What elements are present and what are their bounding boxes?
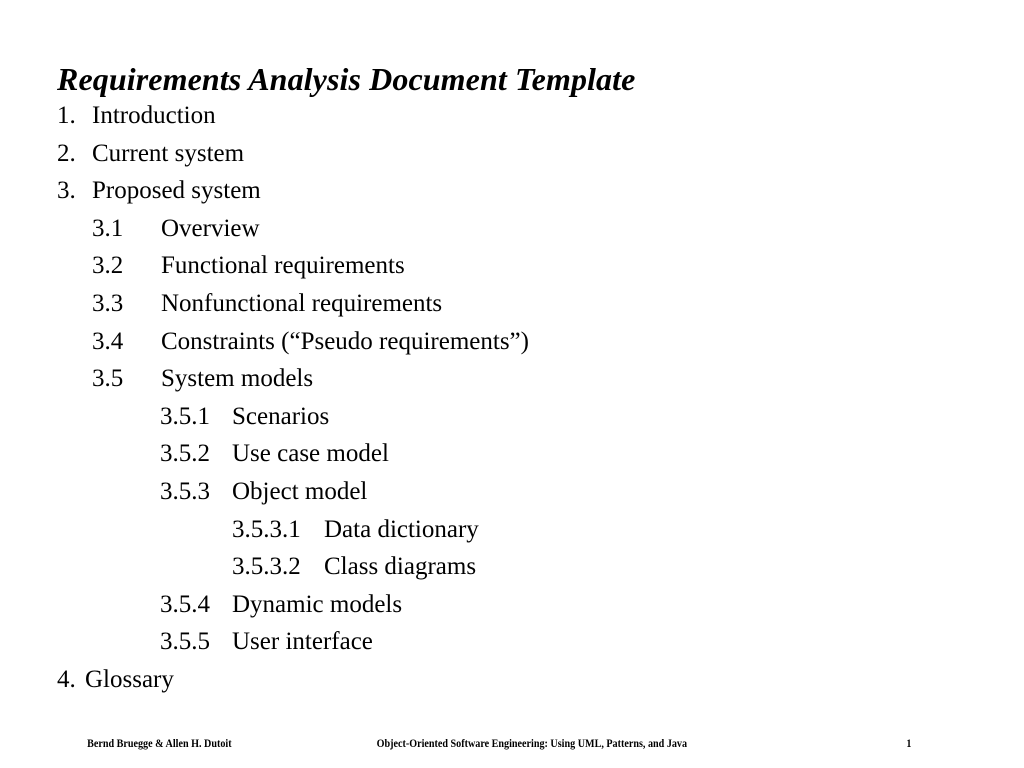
- outline-item: 3.5.3.1 Data dictionary: [0, 511, 1024, 549]
- outline-item-number: 2.: [57, 139, 76, 167]
- outline-item: 3.3 Nonfunctional requirements: [0, 285, 1024, 323]
- outline-item-label: Nonfunctional requirements: [161, 289, 443, 317]
- footer-page-number: 1: [906, 738, 912, 750]
- outline-item-number: 1.: [57, 102, 76, 129]
- outline-item: 3. Proposed system: [0, 172, 1024, 210]
- outline-item-number: 3.: [57, 177, 76, 205]
- outline-item-number: 3.5.5: [160, 628, 210, 656]
- footer-authors: Bernd Bruegge & Allen H. Dutoit: [87, 738, 232, 750]
- outline-item-label: Object model: [232, 477, 368, 505]
- outline-item: 1. Introduction: [0, 97, 1024, 135]
- outline-item-number: 3.5: [92, 365, 124, 393]
- outline-item: 3.2 Functional requirements: [0, 247, 1024, 285]
- outline-list: 1. Introduction 2. Current system 3. Proposed…: [0, 97, 1024, 699]
- outline-item: 3.5.3.2 Class diagrams: [0, 548, 1024, 586]
- outline-item-number: 3.3: [92, 289, 124, 317]
- outline-item-label: User interface: [232, 628, 373, 656]
- outline-item-number: 3.5.4: [160, 590, 210, 618]
- outline-item-number: 3.5.1: [160, 402, 210, 430]
- outline-item-label: Current system: [92, 139, 245, 167]
- outline-item: 3.5.3 Object model: [0, 473, 1024, 511]
- outline-item: 3.5.5 User interface: [0, 623, 1024, 661]
- outline-item-number: 3.1: [92, 214, 124, 242]
- outline-item: 3.1 Overview: [0, 210, 1024, 248]
- outline-item-label: Constraints (“Pseudo requirements”): [161, 327, 529, 355]
- outline-item-label: Overview: [161, 214, 260, 242]
- outline-item: 3.5.2 Use case model: [0, 435, 1024, 473]
- outline-item-number: 3.5.3.1: [232, 515, 301, 543]
- slide: Requirements Analysis Document Template …: [0, 0, 1024, 768]
- outline-item: 2. Current system: [0, 135, 1024, 173]
- outline-item-number: 4.: [57, 665, 76, 693]
- outline-item-number: 3.2: [92, 252, 124, 280]
- outline-item-label: Dynamic models: [232, 590, 403, 618]
- outline-item-label: Data dictionary: [324, 515, 479, 543]
- page-title: Requirements Analysis Document Template: [57, 61, 636, 98]
- outline-item: 3.4 Constraints (“Pseudo requirements”): [0, 323, 1024, 361]
- outline-item-label: Introduction: [92, 102, 216, 129]
- slide-footer: Bernd Bruegge & Allen H. Dutoit Object-O…: [0, 735, 911, 753]
- outline-item: 3.5 System models: [0, 360, 1024, 398]
- outline-item-label: Scenarios: [232, 402, 330, 430]
- outline-item: 3.5.1 Scenarios: [0, 398, 1024, 436]
- outline-item: 4. Glossary: [0, 661, 1024, 699]
- outline-item-number: 3.5.2: [160, 440, 210, 468]
- outline-item-label: System models: [161, 365, 314, 393]
- outline-item: 3.5.4 Dynamic models: [0, 586, 1024, 624]
- outline-item-number: 3.5.3: [160, 477, 210, 505]
- outline-item-label: Proposed system: [92, 177, 261, 205]
- outline-item-label: Class diagrams: [324, 553, 477, 581]
- outline-item-label: Use case model: [232, 440, 389, 468]
- footer-book-title: Object-Oriented Software Engineering: Us…: [376, 738, 688, 750]
- outline-item-label: Functional requirements: [161, 252, 405, 280]
- outline-item-label: Glossary: [85, 665, 174, 693]
- outline-item-number: 3.4: [92, 327, 124, 355]
- outline-item-number: 3.5.3.2: [232, 553, 301, 581]
